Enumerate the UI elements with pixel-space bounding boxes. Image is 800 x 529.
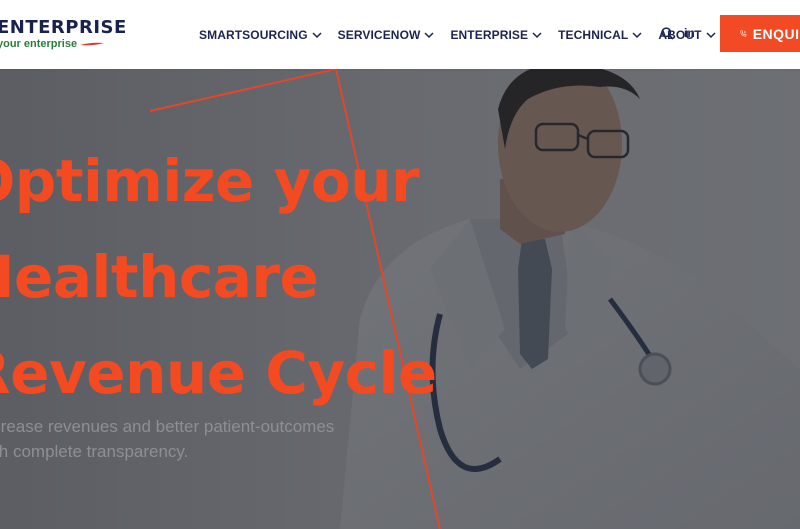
- chevron-down-icon: [632, 31, 642, 38]
- nav-item-label: SERVICENOW: [337, 27, 421, 42]
- nav-item-label: SMARTSOURCING: [199, 27, 308, 42]
- enquire-button[interactable]: ENQUIRE: [720, 15, 800, 52]
- chevron-down-icon: [532, 31, 542, 38]
- nav-item-servicenow[interactable]: SERVICENOW: [338, 28, 435, 42]
- nav-item-label: ENTERPRISE: [450, 27, 529, 42]
- chevron-down-icon: [312, 31, 322, 38]
- logo-tagline-row: your enterprise: [0, 38, 127, 50]
- linkedin-icon[interactable]: in: [684, 26, 695, 40]
- hero-title: Optimize your Healthcare Revenue Cycle: [0, 133, 437, 421]
- hero-title-line: Revenue Cycle: [0, 339, 437, 407]
- logo-wordmark: ENTERPRISE: [0, 17, 127, 38]
- phone-icon: [740, 30, 747, 37]
- main-nav: SMARTSOURCING SERVICENOW ENTERPRISE TECH…: [199, 0, 732, 69]
- hero-subtitle: Increase revenues and better patient-out…: [0, 414, 334, 464]
- hero-title-line: Healthcare: [0, 243, 319, 311]
- hero-subtitle-line: with complete transparency.: [0, 442, 189, 461]
- nav-item-enterprise[interactable]: ENTERPRISE: [450, 28, 542, 42]
- search-icon[interactable]: [661, 27, 674, 40]
- chevron-down-icon: [424, 31, 434, 38]
- site-logo[interactable]: ENTERPRISE your enterprise: [0, 17, 127, 51]
- logo-swoosh-icon: [80, 42, 105, 46]
- enquire-label: ENQUIRE: [752, 25, 800, 42]
- nav-item-smartsourcing[interactable]: SMARTSOURCING: [199, 28, 322, 42]
- nav-item-label: TECHNICAL: [558, 27, 629, 42]
- logo-tagline: your enterprise: [0, 38, 78, 50]
- hero-subtitle-line: Increase revenues and better patient-out…: [0, 417, 335, 436]
- site-header: ENTERPRISE your enterprise SMARTSOURCING…: [0, 0, 800, 69]
- nav-item-technical[interactable]: TECHNICAL: [558, 28, 642, 42]
- hero-title-line: Optimize your: [0, 147, 420, 215]
- hero-section: Optimize your Healthcare Revenue Cycle I…: [0, 69, 800, 529]
- chevron-down-icon: [706, 31, 716, 38]
